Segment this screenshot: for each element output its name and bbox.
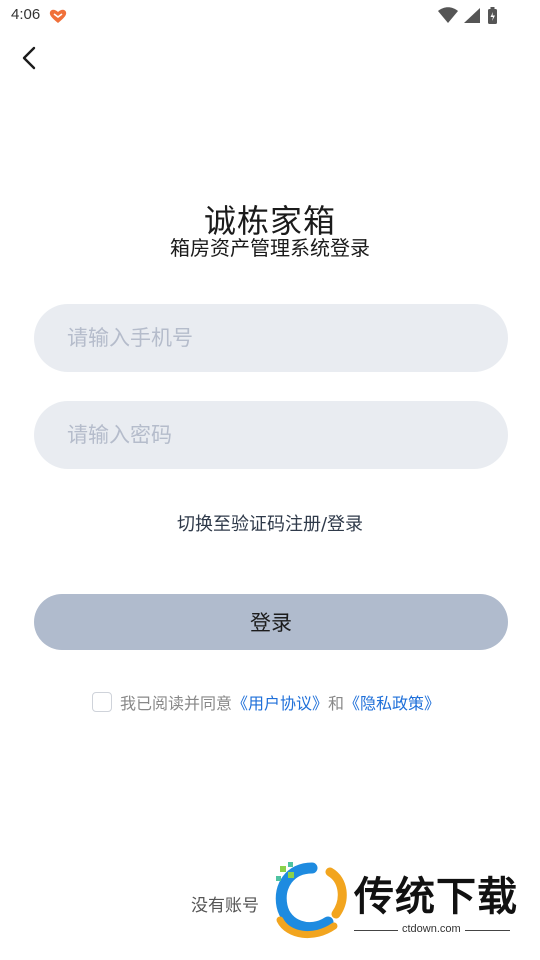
watermark-title: 传统下载	[354, 874, 518, 920]
watermark-logo-icon	[275, 862, 347, 939]
agreement-conjunction: 和	[328, 694, 345, 713]
wifi-icon	[438, 7, 458, 23]
agreement-row: 我已阅读并同意 《用户协议》 和 《隐私政策》	[92, 691, 440, 713]
page-subtitle: 箱房资产管理系统登录	[170, 236, 370, 260]
chevron-left-icon	[22, 46, 36, 70]
status-icons	[436, 6, 506, 26]
login-button[interactable]: 登录	[34, 594, 508, 650]
status-bar: 4:06	[0, 0, 540, 32]
watermark: 传统下载 ctdown.com	[270, 860, 520, 940]
user-agreement-link[interactable]: 《用户协议》	[232, 690, 328, 714]
signal-icon	[464, 8, 480, 23]
back-button[interactable]	[14, 42, 46, 74]
privacy-policy-link[interactable]: 《隐私政策》	[344, 690, 440, 714]
agreement-checkbox[interactable]	[92, 692, 112, 712]
switch-to-code-login-link[interactable]: 切换至验证码注册/登录	[0, 510, 540, 536]
password-input[interactable]	[34, 401, 508, 469]
app-notification-icon	[48, 8, 68, 24]
status-time: 4:06	[11, 6, 41, 23]
agreement-prefix: 我已阅读并同意	[120, 694, 233, 713]
phone-input[interactable]	[34, 304, 508, 372]
no-account-text: 没有账号	[191, 896, 259, 916]
watermark-url: ctdown.com	[398, 923, 465, 935]
battery-icon	[488, 7, 497, 24]
